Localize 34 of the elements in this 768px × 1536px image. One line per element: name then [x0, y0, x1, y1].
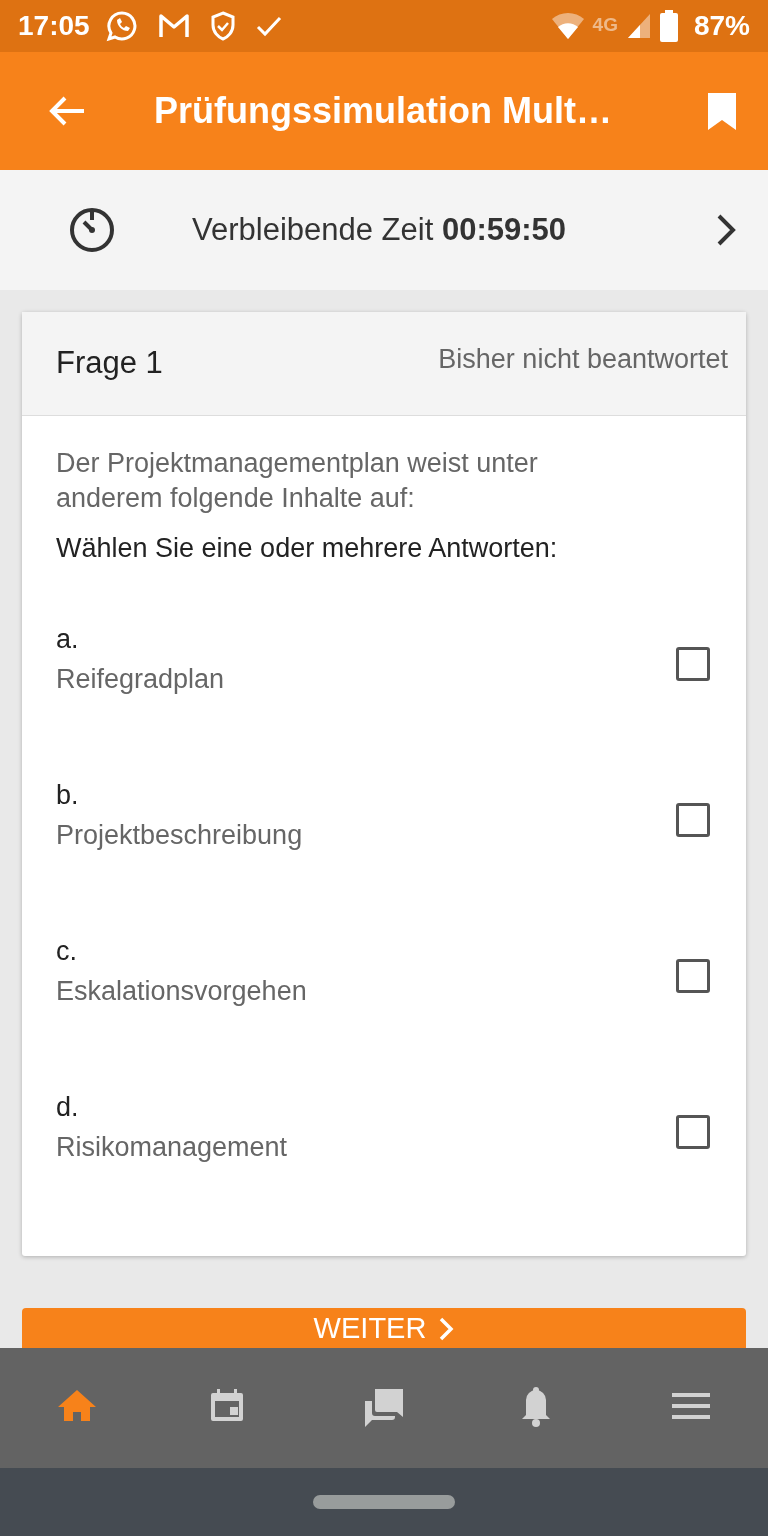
chevron-right-icon[interactable] [716, 213, 738, 247]
mail-icon [157, 12, 190, 40]
checkbox[interactable] [676, 646, 710, 681]
answer-text: Reifegradplan [56, 663, 225, 696]
chat-icon[interactable] [363, 1387, 405, 1429]
question-title: Frage 1 [56, 344, 163, 383]
chat-bubble-icon [105, 10, 138, 42]
checkbox[interactable] [676, 958, 710, 993]
answer-text: Risikomanagement [56, 1131, 288, 1164]
back-arrow-icon[interactable] [48, 95, 86, 127]
answer-letter: d. [56, 1090, 80, 1124]
answer-status: Bisher nicht beantwortet [438, 343, 728, 377]
checkbox[interactable] [676, 802, 710, 837]
wifi-icon [550, 12, 585, 40]
clock-time: 17:05 [18, 9, 90, 43]
check-icon [255, 15, 282, 37]
shield-check-icon [209, 11, 236, 41]
checkbox[interactable] [676, 1114, 710, 1149]
answer-text: Eskalationsvorgehen [56, 975, 307, 1008]
bookmark-icon[interactable] [706, 91, 738, 131]
home-gesture-handle[interactable] [313, 1495, 455, 1509]
network-type-label: 4G [592, 13, 618, 37]
answer-text: Projektbeschreibung [56, 819, 303, 852]
screen-title: Prüfungssimulation Mult… [154, 89, 612, 133]
instruction-text: Wählen Sie eine oder mehrere Antworten: [56, 532, 559, 565]
answer-letter: c. [56, 934, 78, 968]
chevron-right-icon [438, 1317, 455, 1341]
answer-letter: b. [56, 778, 80, 812]
answer-letter: a. [56, 622, 80, 656]
battery-icon [659, 10, 678, 42]
remaining-time-text: Verbleibende Zeit 00:59:50 [192, 210, 566, 249]
question-text: Der Projektmanagementplan weist unter anderem folgende Inhalte auf: [56, 447, 539, 515]
battery-percentage: 87% [693, 9, 750, 43]
signal-icon [625, 12, 652, 40]
